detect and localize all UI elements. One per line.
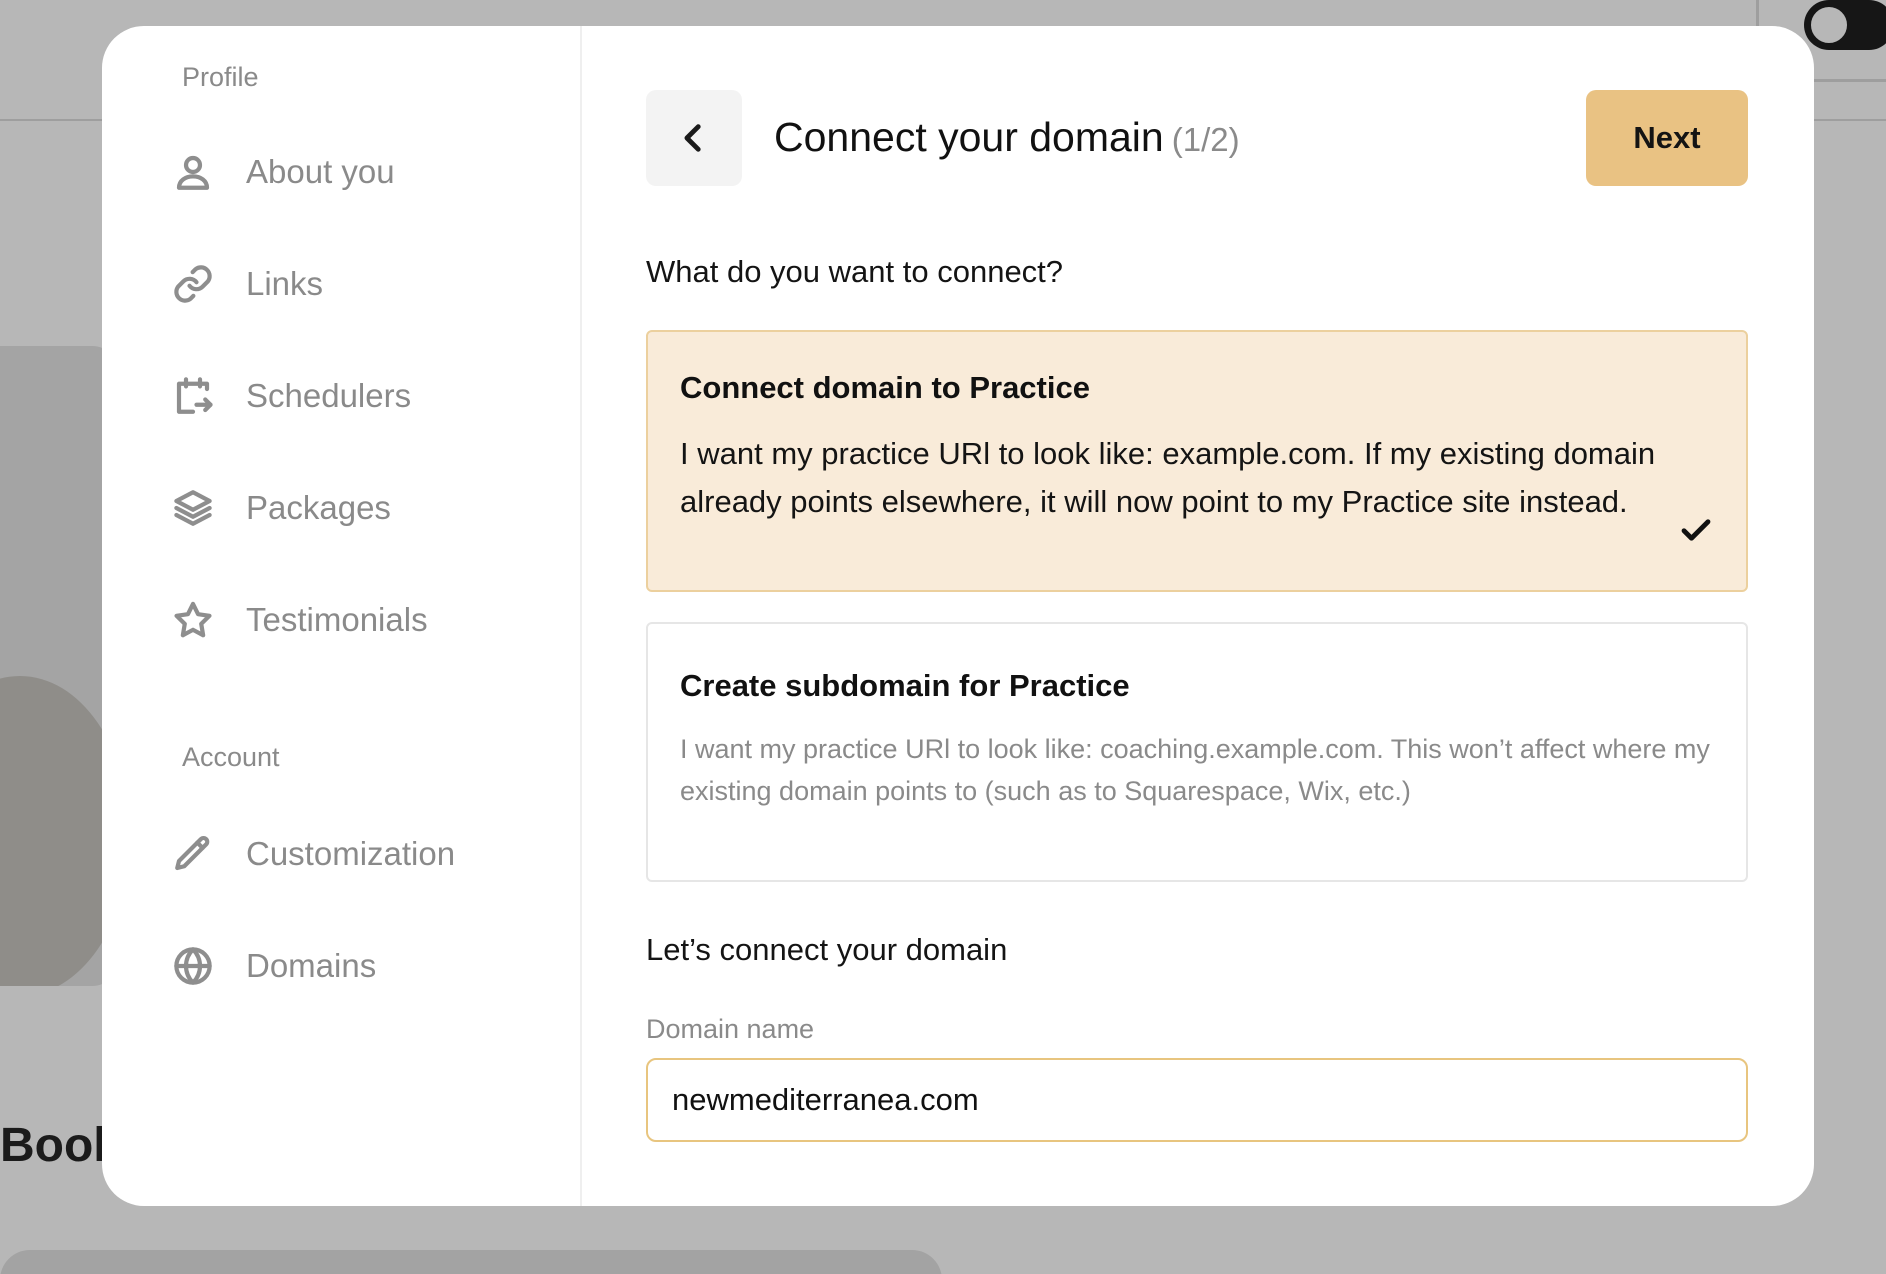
domain-name-input[interactable]	[646, 1058, 1748, 1142]
connect-subheading: Let’s connect your domain	[646, 932, 1008, 967]
sidebar-item-links[interactable]: Links	[170, 254, 550, 314]
checkmark-icon	[1678, 512, 1714, 548]
chevron-left-icon	[684, 124, 701, 152]
page-title-text: Connect your domain	[774, 114, 1164, 160]
sidebar-item-customization[interactable]: Customization	[170, 824, 550, 884]
pencil-icon	[170, 831, 216, 877]
background-bottom-bar	[0, 1250, 942, 1274]
settings-modal: Profile About you Links Schedulers Packa…	[102, 26, 1814, 1206]
sidebar-item-testimonials[interactable]: Testimonials	[170, 590, 550, 650]
calendar-arrow-icon	[170, 373, 216, 419]
sidebar-item-packages[interactable]: Packages	[170, 478, 550, 538]
option-description: I want my practice URl to look like: exa…	[680, 436, 1656, 519]
sidebar-item-domains[interactable]: Domains	[170, 936, 550, 996]
domain-name-label: Domain name	[646, 1014, 815, 1044]
user-icon	[170, 149, 216, 195]
option-create-subdomain[interactable]: Create subdomain for Practice I want my …	[646, 622, 1748, 882]
option-title: Create subdomain for Practice	[680, 668, 1130, 703]
star-icon	[170, 597, 216, 643]
settings-sidebar: Profile About you Links Schedulers Packa…	[102, 26, 582, 1206]
sidebar-item-about-you[interactable]: About you	[170, 142, 550, 202]
sidebar-item-label: Testimonials	[246, 601, 428, 638]
globe-icon	[170, 943, 216, 989]
account-section-label: Account	[182, 742, 280, 772]
link-icon	[170, 261, 216, 307]
sidebar-item-label: Schedulers	[246, 377, 412, 414]
toggle-knob	[1808, 4, 1850, 46]
domain-connect-panel: Connect your domain (1/2) Next What do yo…	[582, 26, 1814, 1206]
sidebar-item-label: Packages	[246, 489, 391, 526]
background-toggle	[1804, 0, 1886, 50]
connect-question: What do you want to connect?	[646, 254, 1064, 289]
option-description: I want my practice URl to look like: coa…	[680, 734, 1710, 806]
step-indicator: (1/2)	[1171, 121, 1240, 158]
sidebar-item-label: About you	[246, 153, 395, 190]
layers-icon	[170, 485, 216, 531]
profile-section-label: Profile	[182, 62, 259, 92]
option-connect-domain[interactable]: Connect domain to Practice I want my pra…	[646, 330, 1748, 592]
next-button[interactable]: Next	[1586, 90, 1748, 186]
sidebar-item-label: Links	[246, 265, 324, 302]
sidebar-item-label: Domains	[246, 947, 377, 984]
back-button[interactable]	[646, 90, 742, 186]
option-title: Connect domain to Practice	[680, 370, 1090, 405]
sidebar-item-label: Customization	[246, 835, 456, 872]
sidebar-item-schedulers[interactable]: Schedulers	[170, 366, 550, 426]
page-title: Connect your domain (1/2)	[774, 114, 1240, 161]
